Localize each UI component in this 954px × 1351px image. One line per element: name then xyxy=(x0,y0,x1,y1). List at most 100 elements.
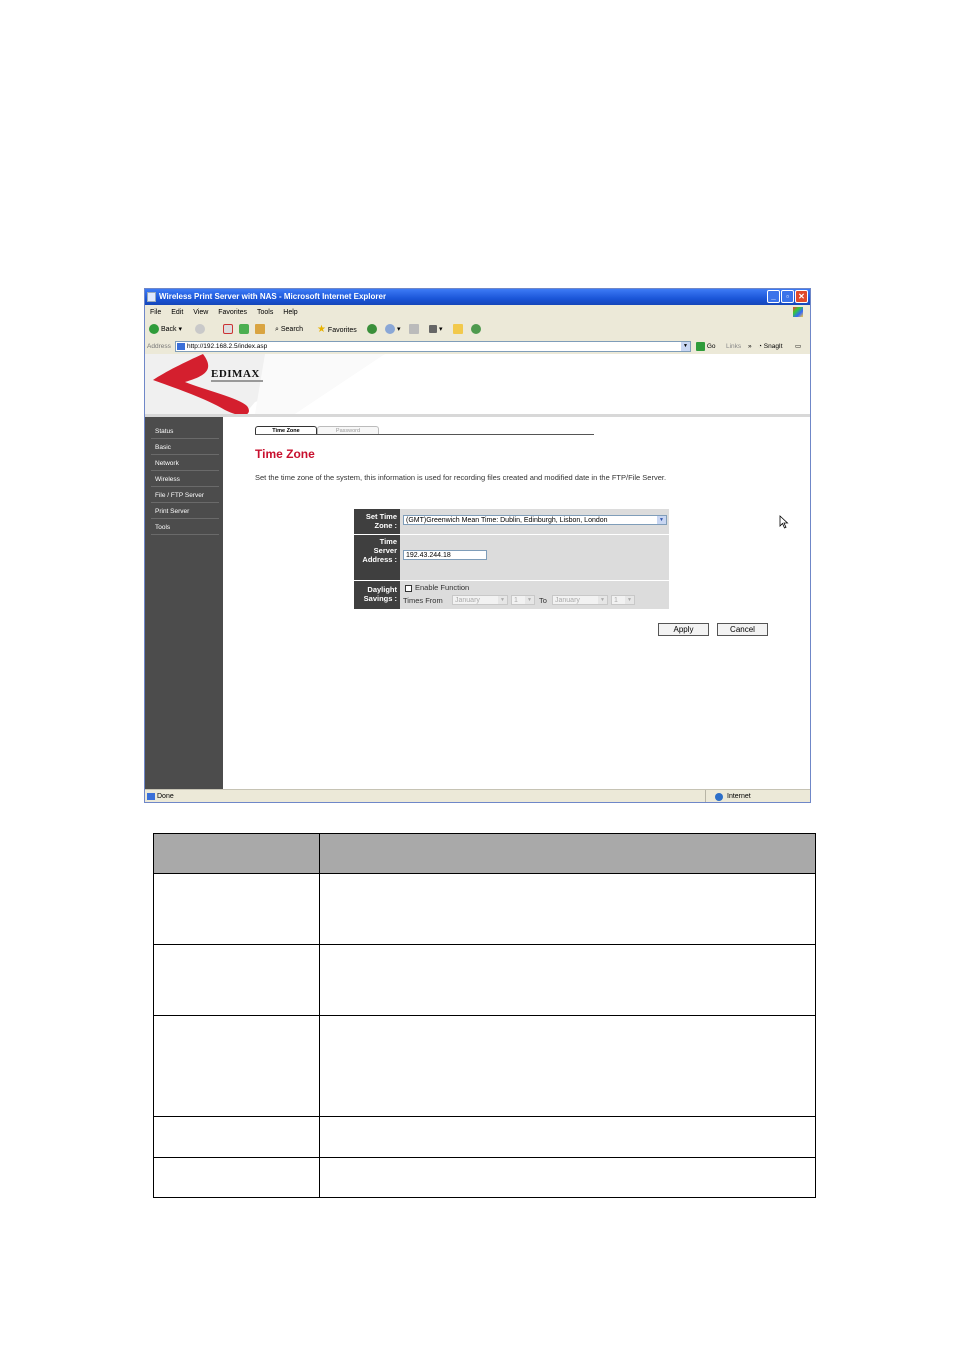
toolbar: Back ▾ ⌕ Search ★ Favorites ▾ ▾ xyxy=(145,320,810,340)
apply-button[interactable]: Apply xyxy=(658,623,709,636)
back-icon xyxy=(149,324,159,335)
snagit-icon: ◔ xyxy=(758,343,762,350)
banner-graphic xyxy=(145,354,385,414)
time-server-label: Time Server Address : xyxy=(354,535,400,580)
table-row xyxy=(153,1157,816,1198)
title-bar: Wireless Print Server with NAS - Microso… xyxy=(145,289,810,305)
search-button[interactable]: ⌕ Search xyxy=(275,320,303,339)
menu-help[interactable]: Help xyxy=(283,309,297,316)
daylight-savings-label: Daylight Savings : xyxy=(354,581,400,609)
browser-window: Wireless Print Server with NAS - Microso… xyxy=(144,288,811,803)
chevron-down-icon: ▼ xyxy=(625,596,634,604)
globe-icon xyxy=(715,793,723,801)
links-chevron-icon[interactable]: » xyxy=(748,339,752,354)
enable-function-label: Enable Function xyxy=(415,583,470,592)
edimax-banner: EDIMAX xyxy=(145,354,810,417)
sidebar: Status Basic Network Wireless File / FTP… xyxy=(145,417,223,789)
time-server-input[interactable]: 192.43.244.18 xyxy=(403,550,487,560)
sidebar-item-network[interactable]: Network xyxy=(151,456,219,471)
stop-button[interactable] xyxy=(223,320,233,339)
time-zone-select[interactable]: (GMT)Greenwich Mean Time: Dublin, Edinbu… xyxy=(403,515,667,525)
forward-button[interactable] xyxy=(195,320,205,339)
table-row xyxy=(153,1015,816,1117)
print-icon xyxy=(409,324,419,335)
sidebar-item-wireless[interactable]: Wireless xyxy=(151,472,219,487)
refresh-icon xyxy=(239,324,249,335)
page-title: Time Zone xyxy=(255,447,315,461)
refresh-button[interactable] xyxy=(239,320,249,339)
table-cell xyxy=(153,944,320,1016)
set-time-zone-cell: (GMT)Greenwich Mean Time: Dublin, Edinbu… xyxy=(400,509,669,534)
close-button[interactable]: ✕ xyxy=(795,290,808,303)
menu-bar: File Edit View Favorites Tools Help xyxy=(145,305,810,320)
table-cell xyxy=(319,873,816,945)
menu-favorites[interactable]: Favorites xyxy=(218,309,247,316)
snagit-capture-icon[interactable]: ▭ xyxy=(795,339,801,354)
menu-tools[interactable]: Tools xyxy=(257,309,273,316)
media-icon xyxy=(367,324,377,335)
set-time-zone-label: Set Time Zone : xyxy=(354,509,400,534)
table-cell xyxy=(153,873,320,945)
stop-icon xyxy=(223,324,233,335)
page-icon xyxy=(177,343,185,350)
to-label: To xyxy=(539,596,547,605)
mail-icon xyxy=(385,324,395,335)
go-button[interactable]: Go xyxy=(696,339,715,354)
page-description: Set the time zone of the system, this in… xyxy=(255,473,667,482)
maximize-button[interactable]: ▫ xyxy=(781,290,794,303)
edimax-logo: EDIMAX xyxy=(211,368,260,380)
sidebar-item-print-server[interactable]: Print Server xyxy=(151,504,219,519)
table-header-row xyxy=(153,833,816,874)
status-bar: Done Internet xyxy=(145,789,810,802)
sidebar-item-tools[interactable]: Tools xyxy=(151,520,219,535)
address-input[interactable]: http://192.168.2.5/index.asp ▼ xyxy=(175,341,691,352)
sidebar-item-status[interactable]: Status xyxy=(151,424,219,439)
chevron-down-icon: ▼ xyxy=(657,516,666,524)
home-icon xyxy=(255,324,265,335)
time-server-cell: 192.43.244.18 xyxy=(400,535,669,580)
tab-underline xyxy=(255,434,594,435)
page-done-icon xyxy=(147,793,155,800)
home-button[interactable] xyxy=(255,320,265,339)
folder-icon xyxy=(453,324,463,335)
description-table xyxy=(153,833,816,1198)
window-title: Wireless Print Server with NAS - Microso… xyxy=(159,292,387,301)
table-cell xyxy=(319,1157,816,1198)
folder-button[interactable] xyxy=(453,320,463,339)
minimize-button[interactable]: _ xyxy=(767,290,780,303)
favorites-button[interactable]: ★ Favorites xyxy=(317,320,357,340)
edit-button[interactable]: ▾ xyxy=(429,320,442,339)
messenger-icon xyxy=(471,324,481,335)
back-button[interactable]: Back ▾ xyxy=(149,320,182,339)
from-day-select[interactable]: 1 ▼ xyxy=(511,595,535,605)
table-row xyxy=(153,944,816,1016)
times-from-label: Times From xyxy=(403,596,443,605)
go-arrow-icon xyxy=(696,341,705,351)
to-month-select[interactable]: January ▼ xyxy=(552,595,608,605)
media-button[interactable] xyxy=(367,320,377,339)
from-month-select[interactable]: January ▼ xyxy=(452,595,508,605)
messenger-button[interactable] xyxy=(471,320,481,339)
to-day-select[interactable]: 1 ▼ xyxy=(611,595,635,605)
security-zone-text: Internet xyxy=(727,793,751,800)
mail-button[interactable]: ▾ xyxy=(385,320,400,339)
daylight-savings-cell: Enable Function Times From January ▼ 1 ▼… xyxy=(400,581,669,609)
table-row xyxy=(153,1116,816,1158)
print-button[interactable] xyxy=(409,320,419,339)
address-label: Address xyxy=(147,343,171,350)
menu-edit[interactable]: Edit xyxy=(171,309,183,316)
table-cell xyxy=(319,1116,816,1158)
menu-file[interactable]: File xyxy=(150,309,161,316)
enable-function-checkbox[interactable] xyxy=(405,585,412,592)
sidebar-item-file-ftp-server[interactable]: File / FTP Server xyxy=(151,488,219,503)
table-cell xyxy=(153,1157,320,1198)
table-header-cell xyxy=(319,833,816,874)
links-button[interactable]: Links xyxy=(726,339,741,354)
table-cell xyxy=(153,1015,320,1117)
chevron-down-icon: ▼ xyxy=(598,596,607,604)
cancel-button[interactable]: Cancel xyxy=(717,623,768,636)
menu-view[interactable]: View xyxy=(193,309,208,316)
sidebar-item-basic[interactable]: Basic xyxy=(151,440,219,455)
snagit-button[interactable]: ◔ SnagIt xyxy=(758,339,783,354)
address-dropdown-icon[interactable]: ▼ xyxy=(681,342,690,351)
